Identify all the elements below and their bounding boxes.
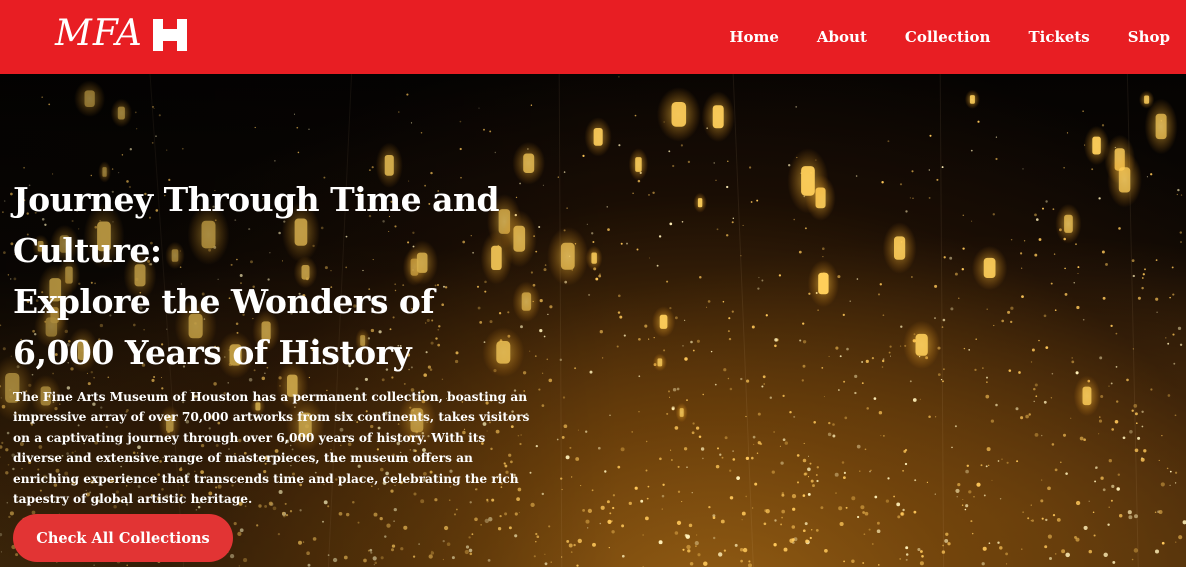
nav-about[interactable]: About (817, 28, 867, 46)
nav-tickets[interactable]: Tickets (1028, 28, 1089, 46)
logo-text: MFA (55, 13, 143, 54)
nav-shop[interactable]: Shop (1128, 28, 1170, 46)
main-nav: Home About Collection Tickets Shop (729, 0, 1186, 74)
mfah-logo[interactable]: MFA (55, 14, 187, 54)
hero-title-line-1: Journey Through Time and Culture: (13, 180, 500, 270)
nav-home[interactable]: Home (729, 28, 779, 46)
site-header: MFA Home About Collection Tickets Shop (0, 0, 1186, 74)
hero-title-line-2: Explore the Wonders of 6,000 Years of Hi… (13, 282, 435, 372)
nav-collection[interactable]: Collection (905, 28, 991, 46)
hero-section: Journey Through Time and Culture: Explor… (0, 74, 1186, 567)
check-all-collections-button[interactable]: Check All Collections (13, 514, 233, 562)
page: MFA Home About Collection Tickets Shop J… (0, 0, 1186, 567)
mfah-h-icon (152, 19, 187, 51)
hero-title: Journey Through Time and Culture: Explor… (13, 174, 533, 378)
hero-description: The Fine Arts Museum of Houston has a pe… (13, 390, 530, 507)
